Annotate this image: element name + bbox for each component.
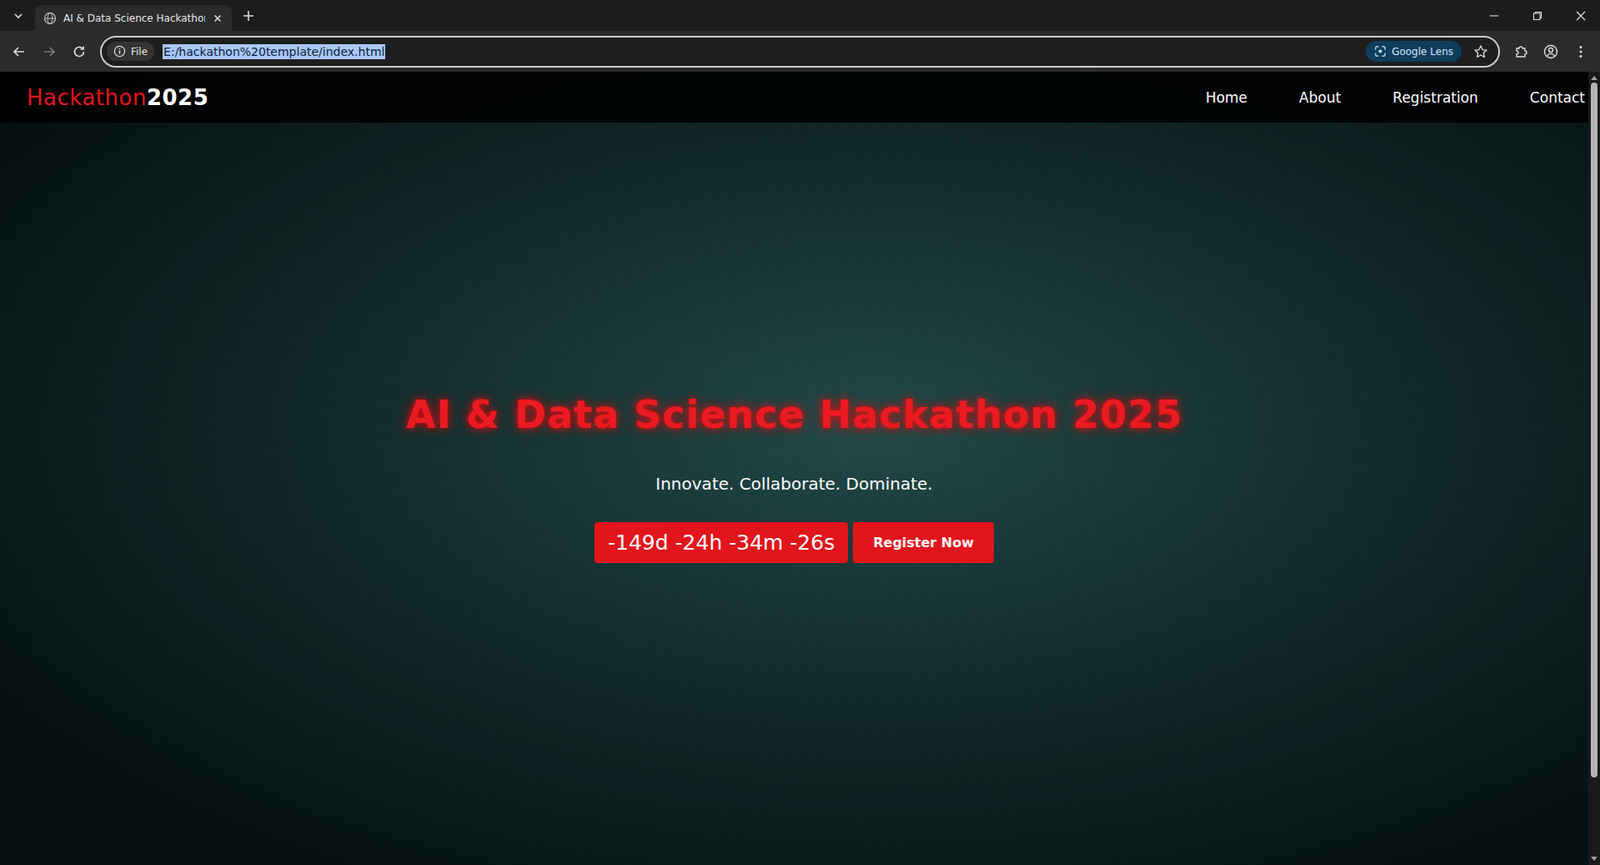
hero-tagline: Innovate. Collaborate. Dominate.	[655, 473, 933, 494]
tab-title: AI & Data Science Hackathon 2	[63, 12, 206, 25]
close-window-button[interactable]	[1561, 0, 1600, 31]
scrollbar[interactable]	[1588, 71, 1600, 865]
info-icon	[113, 45, 126, 58]
puzzle-icon	[1513, 44, 1529, 60]
scrollbar-thumb[interactable]	[1590, 82, 1598, 778]
scheme-label: File	[130, 45, 148, 58]
lens-icon	[1374, 45, 1387, 58]
hero-section: AI & Data Science Hackathon 2025 Innovat…	[0, 122, 1589, 865]
arrow-right-icon	[41, 44, 57, 60]
toolbar: File E:/hackathon%20template/index.html …	[0, 30, 1600, 72]
address-bar[interactable]: File E:/hackathon%20template/index.html …	[100, 35, 1500, 68]
new-tab-button[interactable]	[236, 4, 261, 28]
browser-tab[interactable]: AI & Data Science Hackathon 2	[35, 5, 232, 31]
nav-menu: Home About Registration Contact	[1205, 89, 1585, 106]
scroll-up-icon[interactable]	[1590, 75, 1598, 81]
menu-button[interactable]	[1566, 37, 1595, 66]
hero-actions: -149d -24h -34m -26s Register Now	[594, 521, 994, 563]
google-lens-chip[interactable]: Google Lens	[1365, 40, 1462, 62]
close-icon	[1575, 10, 1586, 21]
browser-window: AI & Data Science Hackathon 2 File E:/ha…	[0, 0, 1600, 865]
page-viewport: Hackathon2025 Home About Registration Conta…	[0, 71, 1600, 865]
arrow-left-icon	[11, 44, 27, 60]
minimize-button[interactable]	[1474, 0, 1514, 31]
profile-button[interactable]	[1536, 37, 1565, 66]
site-logo[interactable]: Hackathon2025	[26, 85, 209, 111]
minimize-icon	[1489, 10, 1500, 21]
site-info-chip[interactable]: File	[106, 41, 155, 61]
tab-search-button[interactable]	[6, 4, 31, 28]
url-text[interactable]: E:/hackathon%20template/index.html	[162, 44, 386, 60]
profile-icon	[1543, 44, 1559, 60]
hero-title: AI & Data Science Hackathon 2025	[406, 391, 1183, 437]
site-header: Hackathon2025 Home About Registration Conta…	[0, 71, 1589, 123]
globe-icon	[43, 11, 57, 26]
reload-icon	[71, 44, 87, 60]
scrollbar-track	[1588, 82, 1600, 854]
register-button[interactable]: Register Now	[852, 521, 994, 563]
chevron-down-icon	[12, 10, 25, 22]
more-vertical-icon	[1573, 44, 1589, 60]
nav-link[interactable]: Home	[1205, 89, 1248, 106]
restore-button[interactable]	[1518, 0, 1557, 31]
plus-icon	[241, 9, 256, 23]
star-icon[interactable]	[1473, 44, 1489, 60]
scroll-down-icon[interactable]	[1590, 856, 1598, 862]
hero-background: Hackathon2025 Home About Registration Conta…	[0, 71, 1589, 865]
nav-link[interactable]: Registration	[1392, 89, 1479, 106]
nav-link[interactable]: About	[1299, 89, 1341, 106]
reload-button[interactable]	[65, 37, 94, 66]
forward-button[interactable]	[35, 37, 64, 66]
countdown-timer: -149d -24h -34m -26s	[594, 521, 848, 563]
tab-strip: AI & Data Science Hackathon 2	[0, 0, 1600, 31]
lens-label: Google Lens	[1391, 45, 1454, 58]
restore-icon	[1532, 10, 1543, 21]
close-icon[interactable]	[211, 12, 224, 25]
nav-link[interactable]: Contact	[1529, 89, 1585, 106]
back-button[interactable]	[5, 37, 34, 66]
extensions-button[interactable]	[1506, 37, 1535, 66]
